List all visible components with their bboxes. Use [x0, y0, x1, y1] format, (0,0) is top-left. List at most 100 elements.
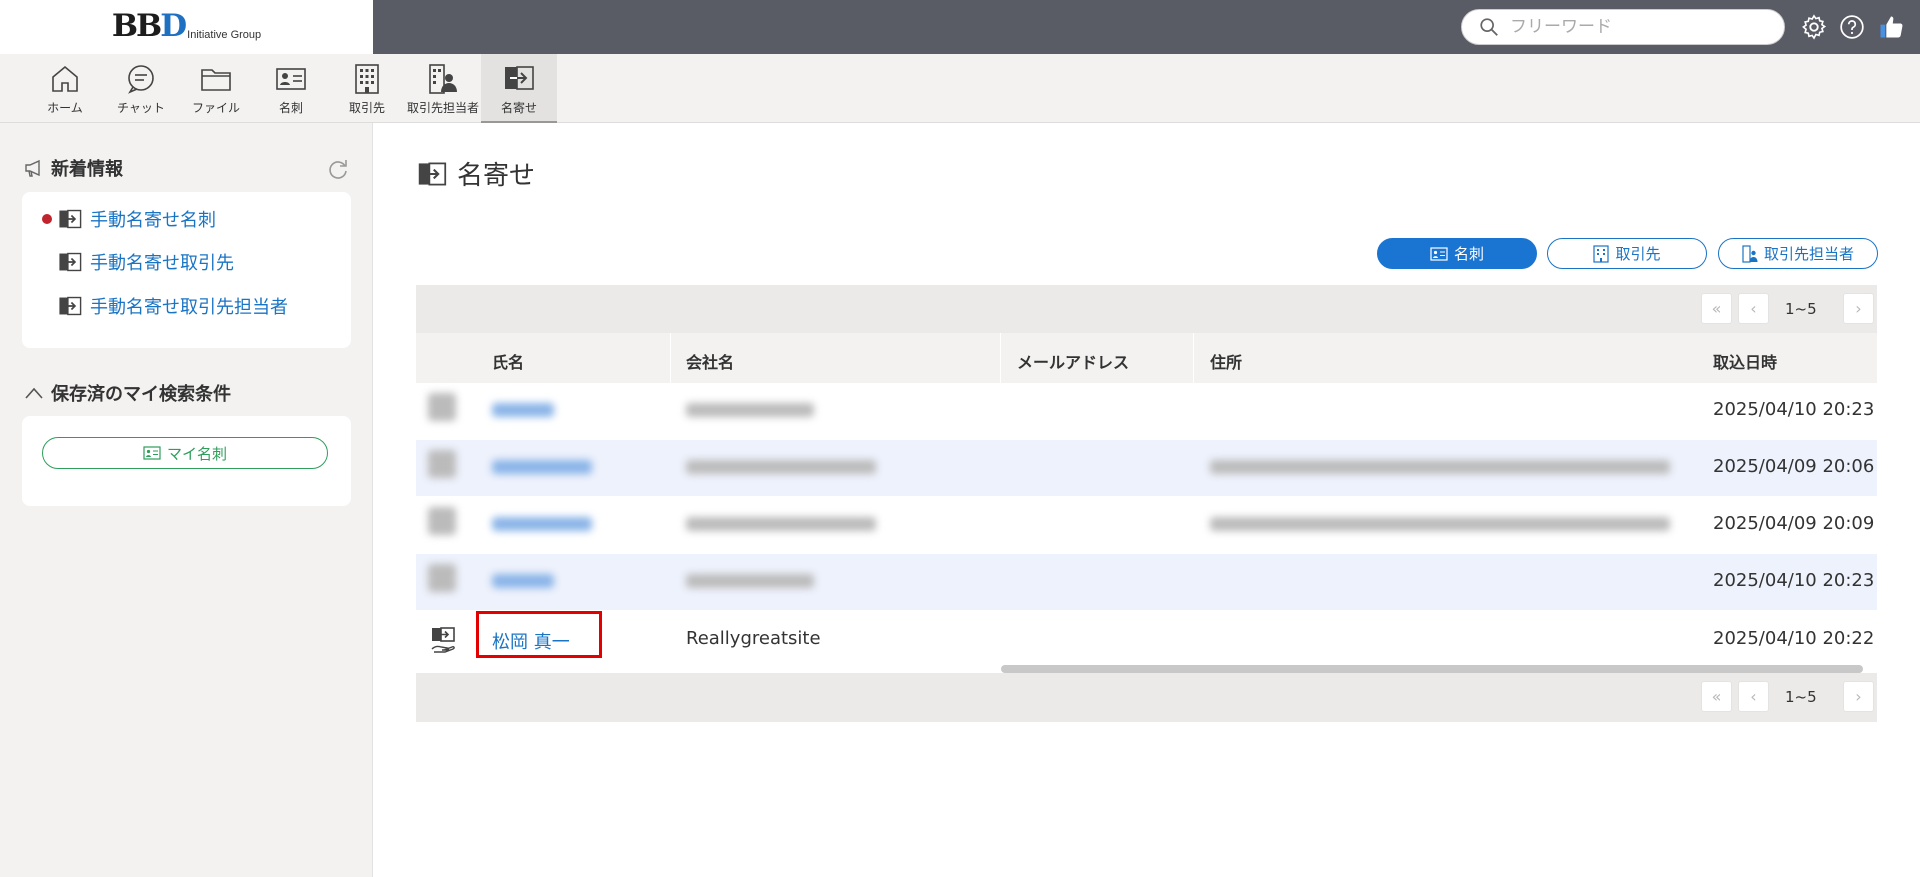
table-row[interactable]: 2025/04/09 20:06: [416, 440, 1877, 497]
merge-icon: [59, 296, 82, 316]
nav-label: ホーム: [47, 101, 83, 115]
home-icon: [52, 65, 78, 92]
import-date: 2025/04/10 20:23: [1713, 399, 1875, 420]
nav-file[interactable]: ファイル: [178, 54, 254, 123]
column-email[interactable]: メールアドレス: [1017, 349, 1129, 373]
news-item-label: 手動名寄せ名刺: [90, 210, 216, 231]
import-date: 2025/04/09 20:09: [1713, 513, 1875, 534]
business-card-icon: [276, 68, 306, 90]
pager-bottom: « ‹ 1~5 ›: [416, 673, 1877, 722]
first-page-button[interactable]: «: [1701, 681, 1732, 712]
blurred-company: [686, 403, 814, 417]
row-icon: [428, 393, 456, 421]
import-date: 2025/04/09 20:06: [1713, 456, 1875, 477]
merge-table: 氏名 会社名 メールアドレス 住所 取込日時 2025/04/10 20:23 …: [416, 333, 1877, 676]
merge-hand-icon: [430, 625, 458, 657]
filter-business-card-button[interactable]: 名刺: [1377, 238, 1537, 269]
news-item-contact[interactable]: 手動名寄せ取引先担当者: [22, 293, 351, 319]
filter-label: 取引先担当者: [1763, 245, 1854, 263]
row-icon: [428, 564, 456, 592]
business-card-icon: [143, 446, 161, 460]
nav-business-card[interactable]: 名刺: [253, 54, 329, 123]
nav-label: チャット: [117, 101, 165, 115]
nav-label: 取引先: [348, 101, 385, 115]
logo-subtitle: Initiative Group: [187, 29, 262, 41]
saved-search-heading[interactable]: 保存済のマイ検索条件: [24, 380, 231, 406]
my-card-button[interactable]: マイ名刺: [42, 437, 328, 469]
nav-label: ファイル: [191, 101, 240, 115]
saved-search-card: マイ名刺: [22, 416, 351, 506]
table-row[interactable]: 2025/04/10 20:23: [416, 554, 1877, 611]
unread-dot: [42, 214, 52, 224]
blurred-address: [1210, 517, 1670, 531]
news-item-account[interactable]: 手動名寄せ取引先: [22, 249, 351, 275]
news-heading: 新着情報: [24, 155, 123, 181]
filter-account-button[interactable]: 取引先: [1547, 238, 1707, 269]
folder-icon: [201, 69, 231, 91]
prev-page-button[interactable]: ‹: [1738, 681, 1769, 712]
blurred-name[interactable]: [492, 517, 592, 531]
prev-page-button[interactable]: ‹: [1738, 293, 1769, 324]
building-icon: [1593, 244, 1610, 263]
table-row[interactable]: 2025/04/10 20:23: [416, 383, 1877, 440]
logo[interactable]: BBD Initiative Group: [0, 0, 373, 54]
blurred-address: [1210, 460, 1670, 474]
pager-range: 1~5: [1785, 300, 1817, 318]
nav-accounts[interactable]: 取引先: [329, 54, 405, 123]
help-icon[interactable]: [1837, 12, 1867, 42]
pager-top: « ‹ 1~5 ›: [416, 285, 1877, 334]
search-input[interactable]: [1510, 17, 1770, 37]
refresh-icon[interactable]: [326, 157, 350, 185]
merge-icon: [59, 252, 82, 272]
filter-contact-button[interactable]: 取引先担当者: [1718, 238, 1878, 269]
top-bar: BBD Initiative Group: [0, 0, 1920, 54]
news-item-label: 手動名寄せ取引先担当者: [90, 297, 288, 318]
sidebar: 新着情報 手動名寄せ名刺 手動名寄せ取引先 手動名寄せ取引先担当者 保存済のマイ…: [0, 123, 373, 877]
contact-person-icon: [429, 64, 457, 94]
nav-label: 取引先担当者: [406, 101, 479, 115]
import-date: 2025/04/10 20:22: [1713, 628, 1875, 649]
blurred-name[interactable]: [492, 460, 592, 474]
column-import-date[interactable]: 取込日時: [1713, 349, 1777, 373]
chevron-up-icon: [25, 387, 43, 399]
saved-search-title: 保存済のマイ検索条件: [51, 384, 231, 405]
pager-range: 1~5: [1785, 688, 1817, 706]
column-address[interactable]: 住所: [1210, 349, 1242, 373]
column-name[interactable]: 氏名: [492, 349, 524, 373]
blurred-company: [686, 517, 876, 531]
next-page-button[interactable]: ›: [1843, 293, 1874, 324]
company-name: Reallygreatsite: [686, 628, 821, 649]
blurred-company: [686, 460, 876, 474]
nav-merge[interactable]: 名寄せ: [481, 54, 557, 123]
blurred-name[interactable]: [492, 574, 554, 588]
news-card: 手動名寄せ名刺 手動名寄せ取引先 手動名寄せ取引先担当者: [22, 192, 351, 348]
thumbs-up-icon[interactable]: [1876, 12, 1906, 42]
nav-chat[interactable]: チャット: [103, 54, 179, 123]
first-page-button[interactable]: «: [1701, 293, 1732, 324]
table-header: 氏名 会社名 メールアドレス 住所 取込日時: [416, 333, 1877, 383]
news-item-card[interactable]: 手動名寄せ名刺: [22, 206, 351, 232]
chat-icon: [128, 65, 154, 94]
news-title: 新着情報: [51, 159, 123, 180]
blurred-company: [686, 574, 814, 588]
page-title: 名寄せ: [417, 155, 535, 192]
gear-icon[interactable]: [1799, 12, 1829, 42]
nav-contacts[interactable]: 取引先担当者: [405, 54, 481, 123]
row-icon: [428, 450, 456, 478]
main-nav: ホーム チャット ファイル 名刺 取引先 取引先担当者 名寄せ: [0, 54, 1920, 123]
merge-icon: [59, 209, 82, 229]
business-card-icon: [1430, 246, 1448, 261]
contact-name-link[interactable]: 松岡 真一: [492, 628, 570, 654]
my-card-label: マイ名刺: [166, 444, 227, 463]
next-page-button[interactable]: ›: [1843, 681, 1874, 712]
nav-home[interactable]: ホーム: [27, 54, 103, 123]
search-icon: [1480, 18, 1498, 36]
horizontal-scrollbar[interactable]: [1001, 665, 1863, 673]
column-company[interactable]: 会社名: [686, 349, 734, 373]
news-item-label: 手動名寄せ取引先: [90, 253, 234, 274]
blurred-name[interactable]: [492, 403, 554, 417]
table-row[interactable]: 2025/04/09 20:09: [416, 497, 1877, 554]
logo-mark: BBD: [111, 8, 187, 44]
merge-icon: [418, 162, 447, 185]
search-box[interactable]: [1461, 9, 1785, 45]
